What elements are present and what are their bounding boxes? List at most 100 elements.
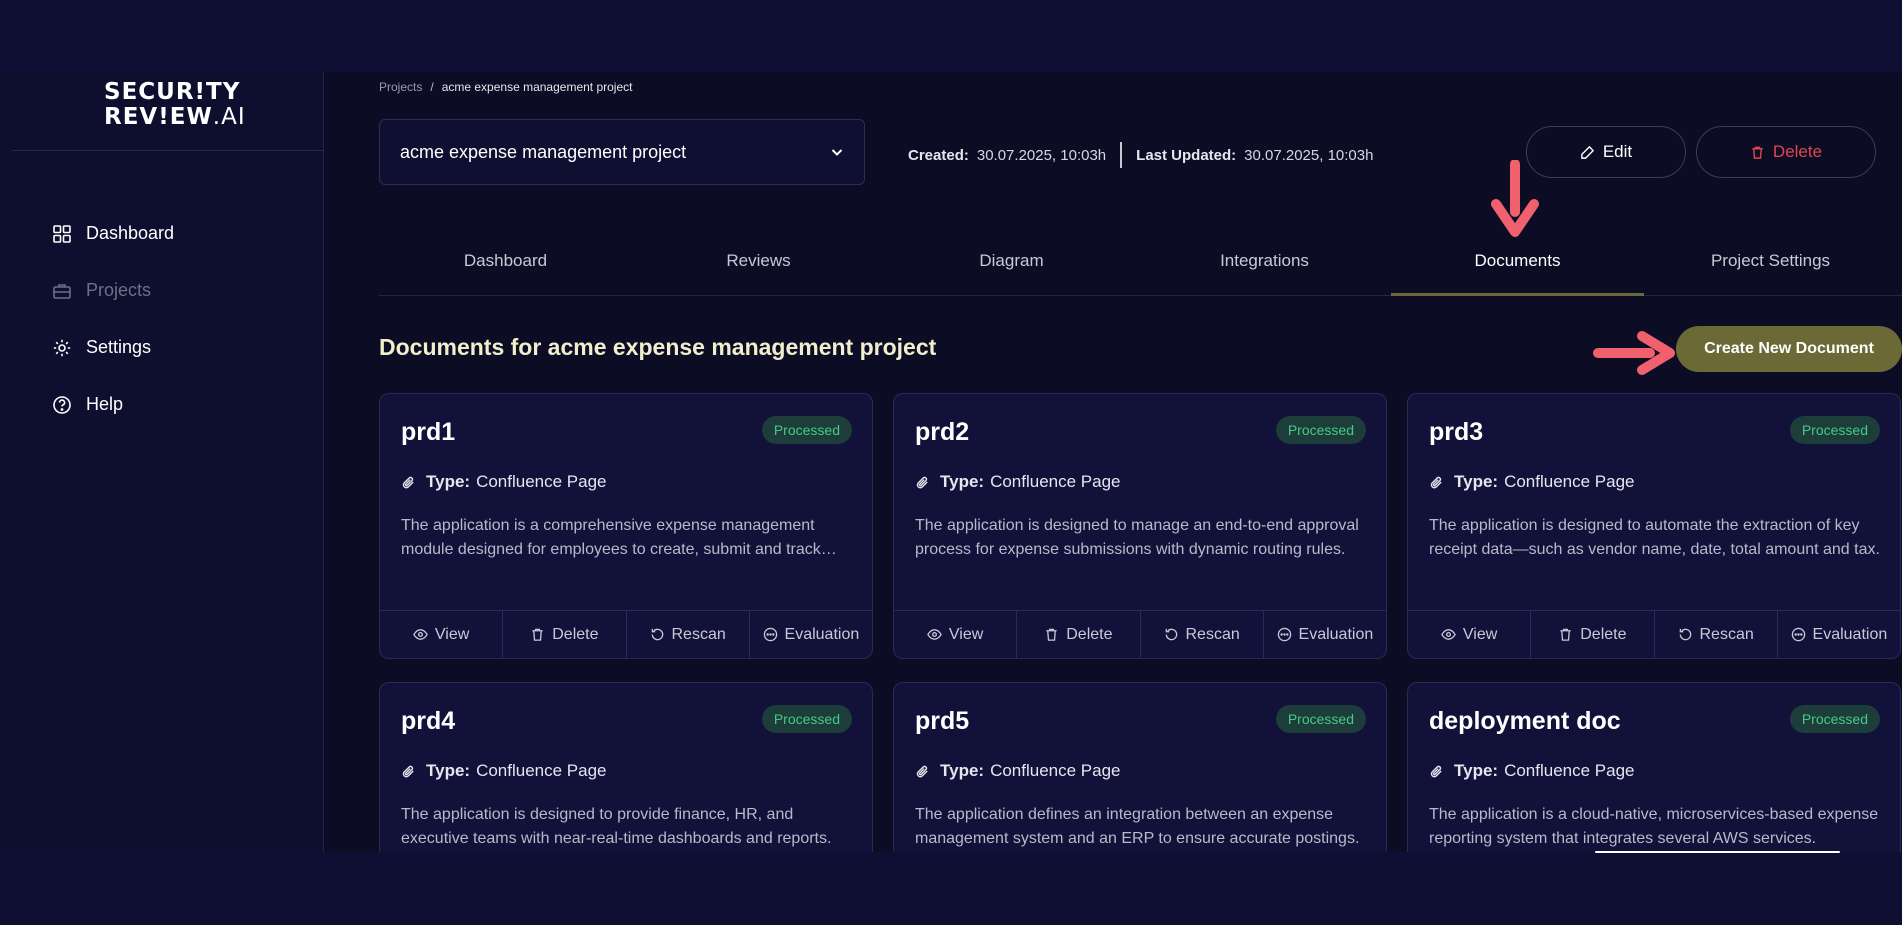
trash-icon	[1046, 628, 1057, 641]
eye-icon	[413, 629, 428, 640]
trash-icon	[532, 628, 543, 641]
document-type-label: Type:	[940, 761, 985, 780]
document-description: The application defines an integration b…	[915, 806, 1360, 847]
document-description: The application is designed to automate …	[1429, 517, 1880, 558]
paperclip-icon	[1430, 476, 1442, 488]
document-card[interactable]: prd4 Processed Type: Confluence Page The app…	[379, 682, 873, 852]
create-new-document-button[interactable]: Create New Document	[1676, 326, 1902, 372]
status-badge: Processed	[761, 416, 852, 444]
annotation-arrow-down-icon	[1491, 160, 1539, 237]
chevron-down-icon	[831, 149, 843, 156]
edit-button[interactable]: Edit	[1526, 126, 1686, 178]
sidebar-item-help[interactable]: Help	[52, 376, 174, 433]
evaluation-button[interactable]: Evaluation	[1264, 611, 1386, 658]
paperclip-icon	[1430, 765, 1442, 777]
document-type: Type: Confluence Page	[915, 472, 1121, 492]
sidebar-item-label: Settings	[86, 337, 152, 357]
document-actions: View Delete Rescan Evaluation	[894, 610, 1386, 658]
rescan-button[interactable]: Rescan	[1655, 611, 1778, 658]
annotation-underline	[1595, 851, 1840, 853]
document-card[interactable]: deployment doc Processed Type: Confluence P…	[1407, 682, 1901, 852]
evaluation-label: Evaluation	[784, 625, 860, 643]
tab-integrations[interactable]: Integrations	[1138, 226, 1391, 295]
evaluation-button[interactable]: Evaluation	[1778, 611, 1900, 658]
gear-icon	[53, 339, 71, 356]
updated-label: Last Updated:	[1136, 146, 1237, 164]
document-title: prd5	[915, 707, 970, 735]
document-type-value: Confluence Page	[990, 472, 1121, 491]
paperclip-icon	[402, 476, 414, 488]
sidebar-item-settings[interactable]: Settings	[52, 319, 174, 376]
delete-document-button[interactable]: Delete	[1531, 611, 1655, 658]
view-button[interactable]: View	[1408, 611, 1532, 658]
breadcrumb-current: acme expense management project	[441, 80, 633, 94]
view-button[interactable]: View	[380, 611, 504, 658]
document-type: Type: Confluence Page	[401, 761, 607, 781]
sidebar-item-projects[interactable]: Projects	[52, 262, 174, 319]
breadcrumb-separator: /	[430, 80, 434, 94]
rescan-button[interactable]: Rescan	[1141, 611, 1264, 658]
logo[interactable]: SECUR!TY REV!EW.AI	[104, 80, 246, 130]
delete-document-button[interactable]: Delete	[1017, 611, 1141, 658]
document-type: Type: Confluence Page	[1429, 472, 1635, 492]
document-description: The application is a cloud-native, micro…	[1429, 806, 1879, 847]
delete-label: Delete	[552, 625, 599, 643]
tab-project-settings[interactable]: Project Settings	[1644, 226, 1897, 295]
project-select[interactable]: acme expense management project	[379, 119, 865, 185]
tab-dashboard[interactable]: Dashboard	[379, 226, 632, 295]
sidebar-item-dashboard[interactable]: Dashboard	[52, 205, 174, 262]
section-title: Documents for acme expense management pr…	[379, 334, 937, 360]
document-description: The application is designed to provide f…	[401, 806, 832, 847]
status-badge: Processed	[1789, 705, 1880, 733]
status-badge: Processed	[761, 705, 852, 733]
document-type-value: Confluence Page	[1504, 761, 1635, 780]
trash-icon	[1560, 628, 1571, 641]
sidebar-item-label: Projects	[86, 280, 152, 300]
rescan-button[interactable]: Rescan	[627, 611, 750, 658]
rescan-label: Rescan	[1185, 625, 1240, 643]
sidebar-divider	[12, 150, 324, 151]
edit-button-label: Edit	[1602, 142, 1633, 161]
delete-project-button[interactable]: Delete	[1696, 126, 1876, 178]
evaluation-label: Evaluation	[1812, 625, 1888, 643]
document-card[interactable]: prd3 Processed Type: Confluence Page The app…	[1407, 393, 1901, 659]
refresh-icon	[1165, 628, 1177, 641]
logo-line-1: SECUR!TY	[104, 79, 241, 105]
tab-reviews[interactable]: Reviews	[632, 226, 885, 295]
eye-icon	[1441, 629, 1456, 640]
grid-icon	[53, 224, 71, 243]
view-button[interactable]: View	[894, 611, 1018, 658]
rescan-label: Rescan	[671, 625, 726, 643]
project-tabs: Dashboard Reviews Diagram Integrations D…	[379, 226, 1902, 296]
document-card[interactable]: prd2 Processed Type: Confluence Page The app…	[893, 393, 1387, 659]
sidebar-nav: Dashboard Projects Settings Help	[52, 205, 174, 433]
view-label: View	[1462, 625, 1498, 643]
document-type-label: Type:	[426, 761, 471, 780]
breadcrumb-root[interactable]: Projects	[379, 80, 422, 94]
project-select-value: acme expense management project	[400, 141, 687, 162]
project-meta: Created: 30.07.2025, 10:03h Last Updated…	[908, 142, 1373, 168]
document-card[interactable]: prd5 Processed Type: Confluence Page The app…	[893, 682, 1387, 852]
app-window: SECUR!TY REV!EW.AI Dashboard Projects Se…	[0, 72, 1902, 852]
rescan-label: Rescan	[1699, 625, 1754, 643]
document-description: The application is a comprehensive expen…	[401, 517, 821, 558]
document-type-label: Type:	[940, 472, 985, 491]
refresh-icon	[651, 628, 663, 641]
meta-divider	[1120, 142, 1123, 168]
paperclip-icon	[916, 476, 928, 488]
document-actions: View Delete Rescan Evaluation	[380, 610, 872, 658]
sidebar-item-label: Dashboard	[86, 223, 175, 243]
tab-diagram[interactable]: Diagram	[885, 226, 1138, 295]
document-type: Type: Confluence Page	[915, 761, 1121, 781]
document-card[interactable]: prd1 Processed Type: Confluence Page The app…	[379, 393, 873, 659]
delete-document-button[interactable]: Delete	[503, 611, 627, 658]
status-badge: Processed	[1275, 416, 1366, 444]
eye-icon	[927, 629, 942, 640]
evaluation-button[interactable]: Evaluation	[750, 611, 872, 658]
delete-label: Delete	[1580, 625, 1627, 643]
document-description: The application is designed to manage an…	[915, 517, 1359, 558]
document-title: prd4	[401, 707, 456, 735]
updated-value: 30.07.2025, 10:03h	[1244, 146, 1374, 164]
document-title: prd2	[915, 418, 970, 446]
logo-line-2: REV!EW.AI	[104, 104, 246, 130]
